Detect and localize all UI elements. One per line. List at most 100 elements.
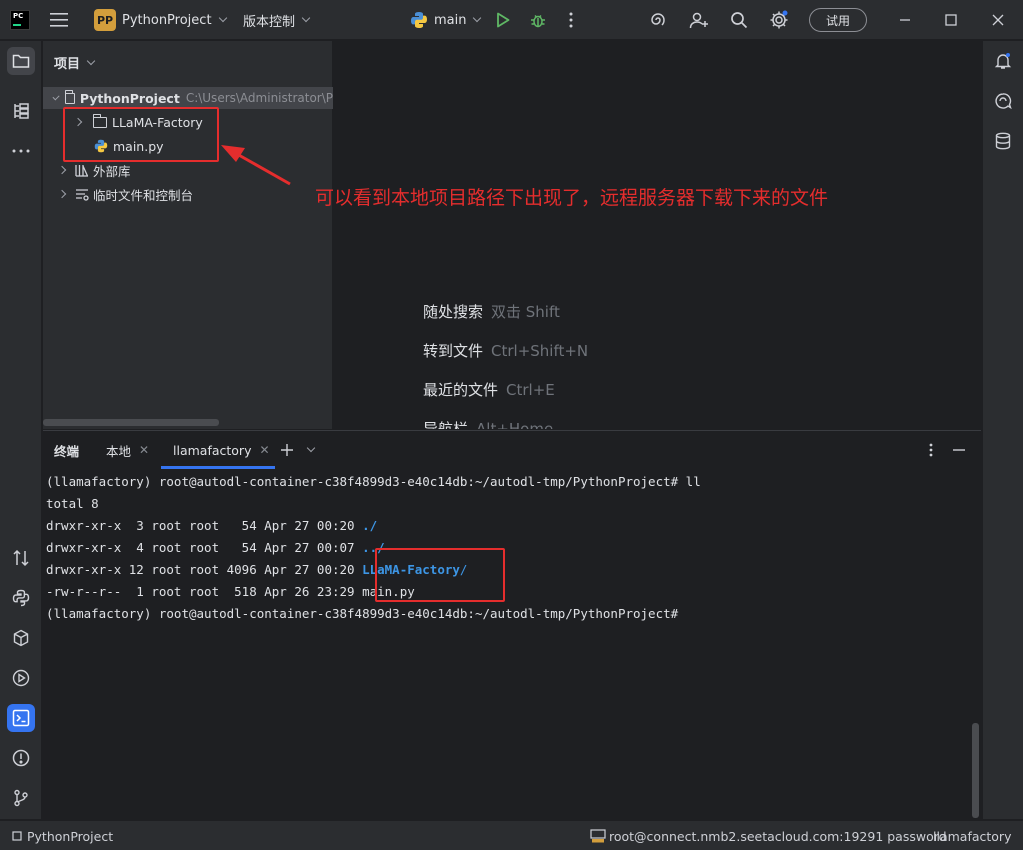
python-packages-tool-button[interactable] [7,584,35,612]
status-interpreter[interactable]: llamafactory [933,821,1011,850]
chevron-down-icon [301,13,311,23]
hint-label: 导航栏 [423,420,469,429]
logo-text: PC [13,12,24,20]
chevron-down-icon [473,13,482,23]
status-project[interactable]: PythonProject [12,821,113,850]
services-tool-button[interactable] [7,624,35,652]
tab-local[interactable]: 本地 ✕ [106,431,149,469]
main-menu-button[interactable] [50,0,68,40]
hint-go-to-file: 转到文件 Ctrl+Shift+N [423,340,588,361]
tree-item-label: PythonProject [79,90,180,106]
chevron-down-icon [306,443,316,453]
hint-label: 最近的文件 [423,381,499,399]
minimize-icon [900,19,910,21]
active-tab-indicator [161,466,275,469]
terminal-tool-button[interactable] [7,704,35,732]
terminal-line: total 8 [46,496,99,511]
hint-shortcut: Ctrl+Shift+N [491,342,589,360]
tree-item-project-root[interactable]: PythonProject C:\Users\Administrator\P [43,87,333,109]
panel-title: 项目 [54,57,81,72]
trial-button[interactable]: 试用 [809,8,867,32]
tree-item-label: 临时文件和控制台 [93,187,194,203]
more-tools-button[interactable] [7,137,35,165]
plus-icon [281,444,293,456]
ai-chat-icon [995,93,1012,110]
add-user-icon [689,12,708,29]
project-tool-button[interactable] [7,47,35,75]
terminal-title: 终端 [54,443,80,459]
minimize-button[interactable] [899,0,911,40]
maximize-icon [945,14,957,26]
project-name: PythonProject [122,12,212,28]
tab-list-dropdown[interactable] [306,431,316,469]
vcs-label: 版本控制 [243,14,296,30]
terminal-line: (llamafactory) root@autodl-container-c38… [46,474,701,489]
settings-button[interactable] [769,0,789,40]
run-tool-button[interactable] [7,664,35,692]
more-actions-button[interactable] [569,0,573,40]
hint-recent-files: 最近的文件 Ctrl+E [423,379,555,400]
branch-label: main [434,12,467,28]
close-icon[interactable]: ✕ [259,443,269,457]
ls-entry-meta: drwxr-xr-x 3 root root 54 Apr 27 00:20 [46,518,363,533]
editor-empty-state: 随处搜索 双击 Shift 转到文件 Ctrl+Shift+N 最近的文件 Ctrl+… [334,41,981,429]
debug-button[interactable] [529,0,547,40]
search-icon [731,12,748,29]
collapse-arrow-icon[interactable] [57,165,67,175]
ai-assistant-button[interactable] [649,0,667,40]
hint-shortcut: Alt+Home [476,420,554,429]
ls-entry-meta: drwxr-xr-x 12 root root 4096 Apr 27 00:2… [46,562,363,577]
structure-icon [14,103,29,119]
square-icon [12,831,22,841]
problems-tool-button[interactable] [7,744,35,772]
hint-navigation-bar: 导航栏 Alt+Home [423,418,553,429]
python-icon [411,12,427,28]
play-circle-icon [12,669,30,687]
run-config-selector[interactable]: main [410,0,482,40]
ls-entry-dir: ./ [362,518,378,533]
tab-llamafactory[interactable]: llamafactory ✕ [173,431,270,469]
database-button[interactable] [989,127,1017,155]
terminal-panel: 终端 本地 ✕ llamafactory ✕ (llamafactory) ro… [43,430,981,819]
more-vertical-icon [569,12,573,28]
collapse-arrow-icon[interactable] [57,189,67,199]
tab-label: llamafactory [173,442,252,458]
terminal-options-button[interactable] [929,431,933,469]
bell-icon [994,53,1012,69]
vertical-scrollbar[interactable] [972,723,979,818]
chevron-down-icon [218,13,227,23]
chevron-down-icon [86,56,96,65]
ai-chat-button[interactable] [989,87,1017,115]
add-user-button[interactable] [689,0,709,40]
git-tool-button[interactable] [7,784,35,812]
minimize-icon [953,449,965,451]
project-panel-header[interactable]: 项目 [54,53,96,72]
vcs-commit-tool-button[interactable] [7,544,35,572]
library-icon [75,164,89,177]
annotation-box-project-files [63,107,219,162]
annotation-arrow-icon [221,145,291,186]
horizontal-scrollbar[interactable] [43,419,219,426]
new-tab-button[interactable] [280,431,294,469]
annotation-text: 可以看到本地项目路径下出现了，远程服务器下载下来的文件 [315,187,829,209]
search-button[interactable] [730,0,748,40]
folder-icon [12,54,30,68]
project-selector[interactable]: PP PythonProject [94,0,227,40]
vcs-menu[interactable]: 版本控制 [243,0,311,40]
notifications-button[interactable] [989,47,1017,75]
hide-panel-button[interactable] [952,431,966,469]
more-horizontal-icon [12,149,30,153]
expand-arrow-icon[interactable] [52,92,60,101]
structure-tool-button[interactable] [7,97,35,125]
maximize-button[interactable] [945,0,957,40]
hint-label: 随处搜索 [423,303,484,321]
close-icon[interactable]: ✕ [139,443,149,457]
status-remote-connection[interactable]: root@connect.nmb2.seetacloud.com:19291 p… [590,821,947,850]
terminal-line: (llamafactory) root@autodl-container-c38… [46,606,679,621]
run-button[interactable] [496,0,510,40]
pycharm-logo[interactable]: PC [10,10,30,30]
hint-search-everywhere: 随处搜索 双击 Shift [423,301,560,322]
project-panel: 项目 PythonProject C:\Users\Administrator\… [43,41,333,429]
annotation-box-remote-files [375,548,505,602]
close-button[interactable] [992,0,1004,40]
